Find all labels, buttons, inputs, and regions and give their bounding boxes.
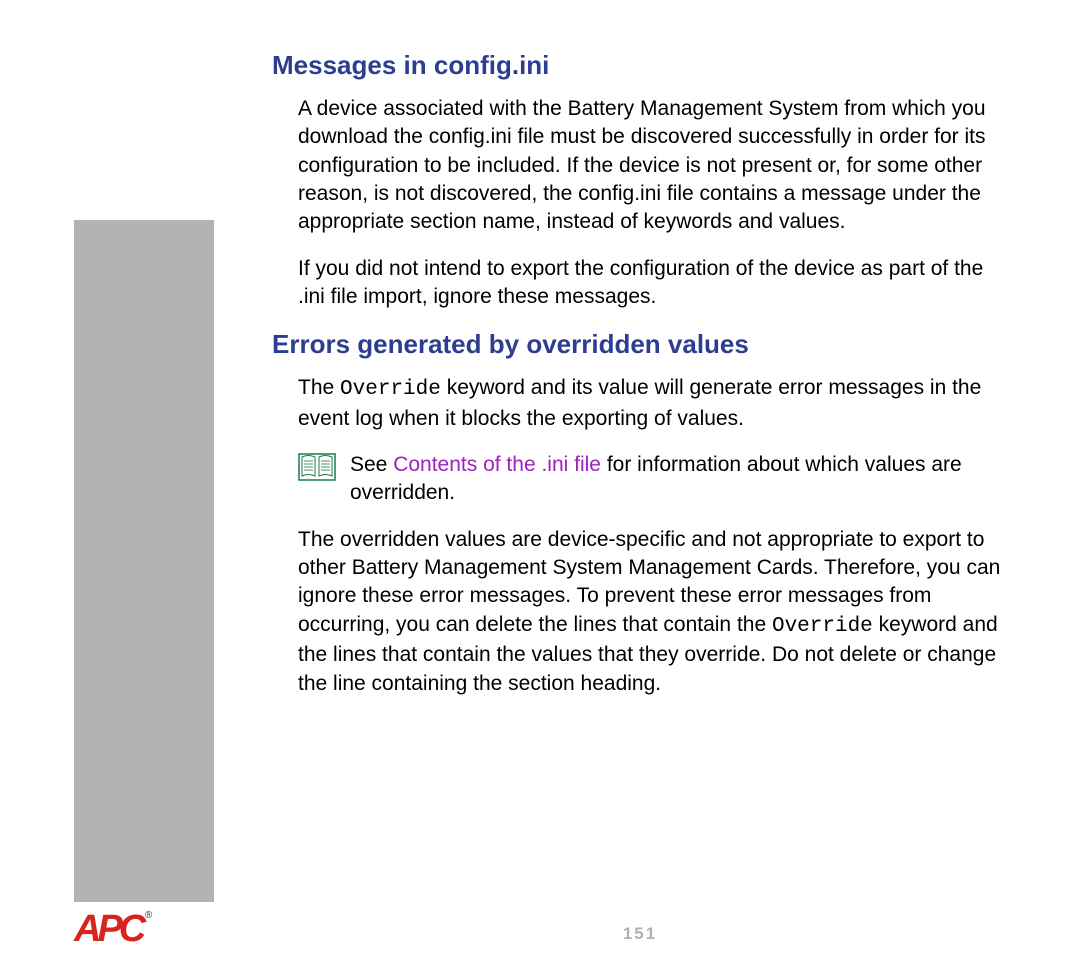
heading-errors: Errors generated by overridden values <box>272 329 1007 360</box>
para-4: The overridden values are device-specifi… <box>298 526 1007 698</box>
para-3: The Override keyword and its value will … <box>298 374 1007 433</box>
logo-registered: ® <box>145 910 148 921</box>
note-text: See Contents of the .ini file for inform… <box>350 451 1007 508</box>
para-1: A device associated with the Battery Man… <box>298 95 1007 237</box>
code-override-1: Override <box>340 378 441 401</box>
sidebar: USER'S GUIDE USER'S GUIDE Battery Manage… <box>74 220 214 902</box>
code-override-2: Override <box>772 615 873 638</box>
para-2: If you did not intend to export the conf… <box>298 255 1007 312</box>
link-contents-ini[interactable]: Contents of the .ini file <box>393 453 601 476</box>
heading-messages: Messages in config.ini <box>272 50 1007 81</box>
book-icon <box>298 453 336 486</box>
note-row: See Contents of the .ini file for inform… <box>298 451 1007 508</box>
page-number: 151 <box>0 924 1080 944</box>
main-content: Messages in config.ini A device associat… <box>272 50 1007 716</box>
